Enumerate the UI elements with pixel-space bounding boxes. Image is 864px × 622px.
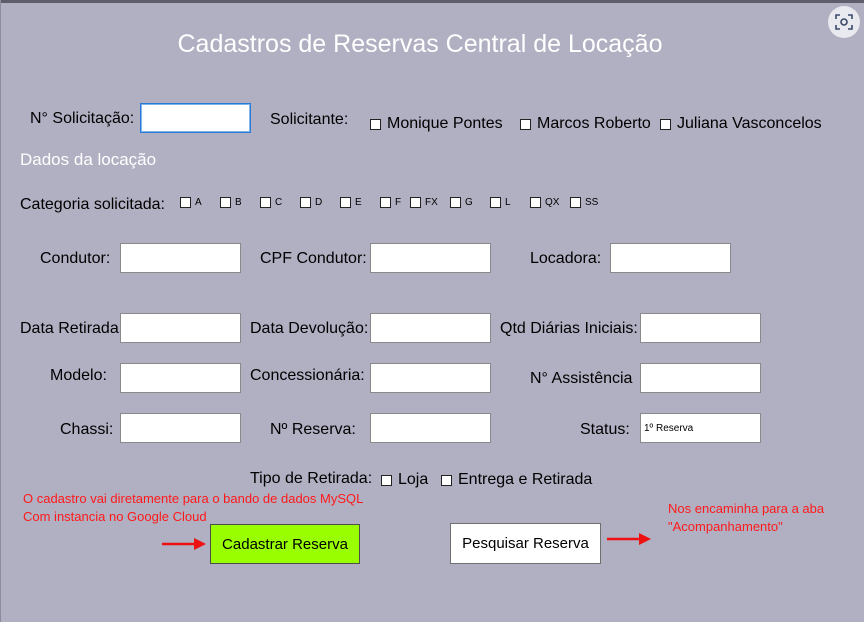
checkbox-label: Loja xyxy=(398,471,429,488)
checkbox[interactable] xyxy=(530,197,541,208)
categoria-option-c[interactable]: C xyxy=(260,197,282,208)
checkbox-label: C xyxy=(275,197,283,208)
screenshot-scan-icon xyxy=(835,14,853,30)
cpf-condutor-label: CPF Condutor: xyxy=(260,250,367,267)
data-retirada-label: Data Retirada: xyxy=(20,320,124,337)
categoria-option-l[interactable]: L xyxy=(490,197,511,208)
qtd-diarias-label: Qtd Diárias Iniciais: xyxy=(500,320,638,337)
condutor-label: Condutor: xyxy=(40,250,111,267)
checkbox-label: B xyxy=(235,197,242,208)
checkbox-label: Monique Pontes xyxy=(387,115,503,132)
locadora-input[interactable] xyxy=(610,243,731,273)
status-label: Status: xyxy=(580,421,630,438)
checkbox[interactable] xyxy=(300,197,311,208)
categoria-option-a[interactable]: A xyxy=(180,197,202,208)
data-devolucao-input[interactable] xyxy=(370,313,491,343)
categoria-option-qx[interactable]: QX xyxy=(530,197,559,208)
checkbox[interactable] xyxy=(520,118,531,130)
checkbox[interactable] xyxy=(260,197,271,208)
categoria-option-b[interactable]: B xyxy=(220,197,242,208)
checkbox-label: Entrega e Retirada xyxy=(458,471,593,488)
checkbox[interactable] xyxy=(570,197,581,208)
solicitante-label: Solicitante: xyxy=(270,111,349,128)
checkbox-label: F xyxy=(395,197,402,208)
checkbox[interactable] xyxy=(490,197,501,208)
chassi-label: Chassi: xyxy=(60,421,114,438)
categoria-option-g[interactable]: G xyxy=(450,197,473,208)
cpf-condutor-input[interactable] xyxy=(370,243,491,273)
reserva-label: Nº Reserva: xyxy=(270,421,356,438)
checkbox-label: A xyxy=(195,197,202,208)
checkbox-label: D xyxy=(315,197,323,208)
checkbox-label: E xyxy=(355,197,362,208)
solicitacao-input[interactable] xyxy=(140,103,251,133)
checkbox-label: Marcos Roberto xyxy=(537,115,651,132)
red-arrow-icon xyxy=(162,538,206,550)
chassi-input[interactable] xyxy=(120,413,241,443)
checkbox[interactable] xyxy=(450,197,461,208)
assistencia-label: N° Assistência xyxy=(530,370,633,387)
solicitante-option-monique[interactable]: Monique Pontes xyxy=(370,115,503,133)
categoria-label: Categoria solicitada: xyxy=(20,196,165,213)
checkbox[interactable] xyxy=(380,197,391,208)
checkbox[interactable] xyxy=(340,197,351,208)
condutor-input[interactable] xyxy=(120,243,241,273)
pesquisar-reserva-button[interactable]: Pesquisar Reserva xyxy=(450,523,601,564)
data-devolucao-label: Data Devolução: xyxy=(250,320,369,337)
checkbox[interactable] xyxy=(370,118,381,130)
checkbox-label: SS xyxy=(585,197,599,208)
page-title: Cadastros de Reservas Central de Locação xyxy=(177,30,663,58)
modelo-label: Modelo: xyxy=(50,367,107,384)
note-left: O cadastro vai diretamente para o bando … xyxy=(23,491,364,524)
checkbox-label: Juliana Vasconcelos xyxy=(677,115,822,132)
modelo-input[interactable] xyxy=(120,363,241,393)
categoria-option-ss[interactable]: SS xyxy=(570,197,598,208)
cadastrar-reserva-button[interactable]: Cadastrar Reserva xyxy=(210,524,360,564)
assistencia-input[interactable] xyxy=(640,363,761,393)
categoria-option-e[interactable]: E xyxy=(340,197,362,208)
checkbox[interactable] xyxy=(180,197,191,208)
checkbox-label: FX xyxy=(425,197,438,208)
data-retirada-input[interactable] xyxy=(120,313,241,343)
checkbox[interactable] xyxy=(410,197,421,208)
categoria-option-fx[interactable]: FX xyxy=(410,197,438,208)
solicitante-option-juliana[interactable]: Juliana Vasconcelos xyxy=(660,115,822,133)
checkbox-label: L xyxy=(505,197,511,208)
qtd-diarias-input[interactable] xyxy=(640,313,761,343)
status-input[interactable] xyxy=(640,413,761,443)
reserva-input[interactable] xyxy=(370,413,491,443)
checkbox[interactable] xyxy=(441,474,452,486)
categoria-option-f[interactable]: F xyxy=(380,197,401,208)
concessionaria-input[interactable] xyxy=(370,363,491,393)
section-title: Dados da locação xyxy=(20,150,157,169)
categoria-option-d[interactable]: D xyxy=(300,197,322,208)
solicitacao-label: N° Solicitação: xyxy=(30,110,135,127)
red-arrow-icon xyxy=(607,533,651,545)
solicitante-option-marcos[interactable]: Marcos Roberto xyxy=(520,115,651,133)
checkbox[interactable] xyxy=(660,118,671,130)
checkbox-label: G xyxy=(465,197,473,208)
window-top-border xyxy=(0,0,864,3)
tipo-retirada-label: Tipo de Retirada: xyxy=(250,470,373,487)
tipo-retirada-option-loja[interactable]: Loja xyxy=(381,471,428,489)
checkbox[interactable] xyxy=(381,474,392,486)
checkbox-label: QX xyxy=(545,197,560,208)
window-left-border xyxy=(0,0,1,622)
checkbox[interactable] xyxy=(220,197,231,208)
tipo-retirada-option-entrega[interactable]: Entrega e Retirada xyxy=(441,471,592,489)
locadora-label: Locadora: xyxy=(530,250,602,267)
note-right: Nos encaminha para a aba "Acompanhamento… xyxy=(668,501,825,534)
concessionaria-label: Concessionária: xyxy=(250,367,365,384)
